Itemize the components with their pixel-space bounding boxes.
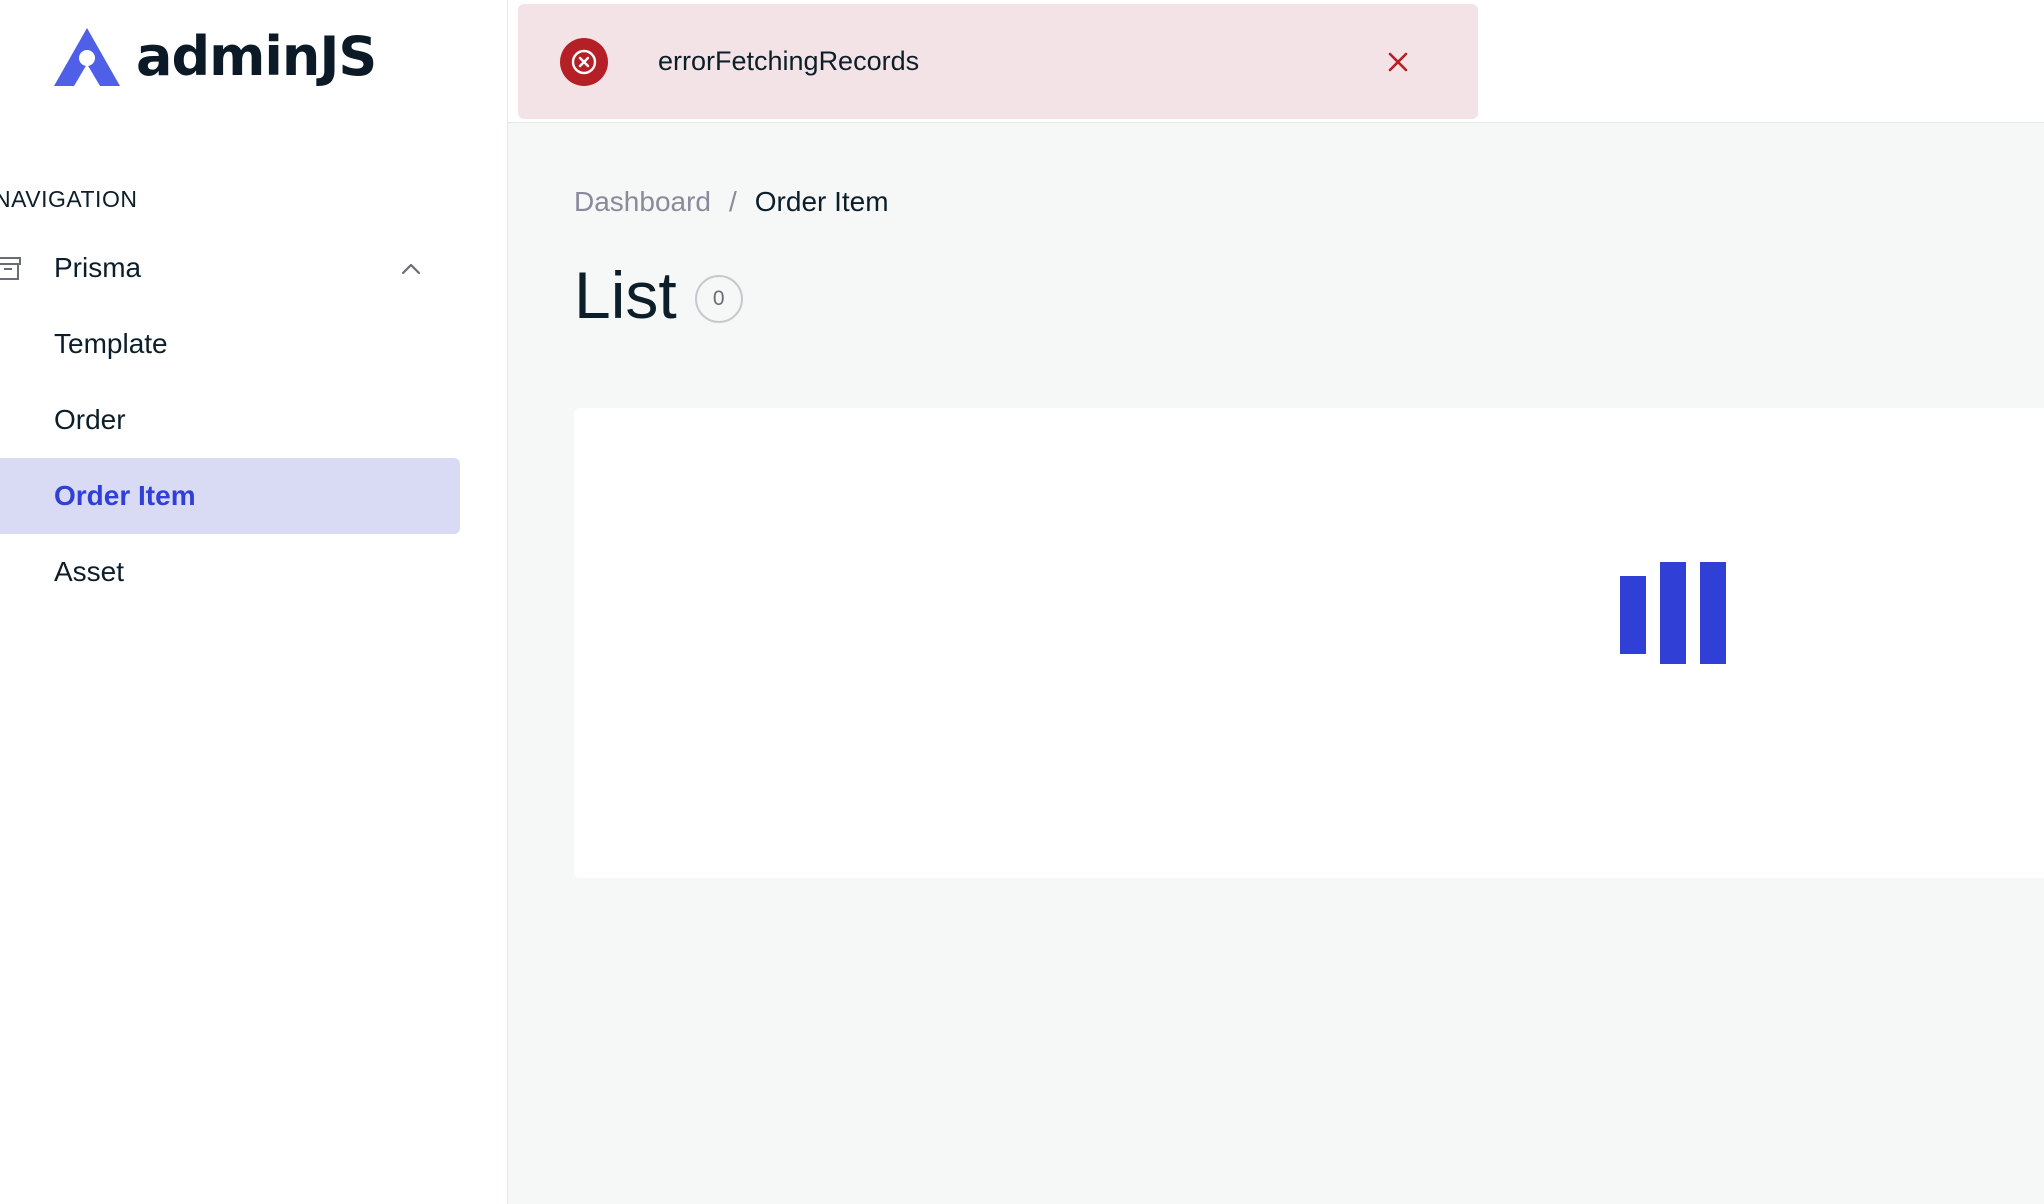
loader-bar xyxy=(1660,562,1686,664)
sidebar-item-label: Asset xyxy=(54,556,125,587)
notification-message: errorFetchingRecords xyxy=(658,46,920,76)
nav-group-prisma[interactable]: Prisma xyxy=(0,240,460,296)
adminjs-logo-icon xyxy=(54,28,120,86)
breadcrumb-dashboard-link[interactable]: Dashboard xyxy=(574,186,711,218)
page-header: List 0 xyxy=(574,262,743,328)
brand-name: adminJS xyxy=(136,25,377,88)
sidebar: adminJS NAVIGATION Prisma Template Order… xyxy=(0,0,508,1204)
sidebar-item-order[interactable]: Order xyxy=(0,382,460,458)
breadcrumb-current: Order Item xyxy=(754,186,889,217)
loader-bar xyxy=(1620,576,1646,654)
sidebar-item-label: Order xyxy=(54,404,126,435)
close-icon[interactable] xyxy=(1380,44,1416,80)
error-circle-icon xyxy=(560,38,608,86)
error-notification: errorFetchingRecords xyxy=(518,4,1478,119)
records-table-card xyxy=(574,408,2044,878)
sidebar-item-asset[interactable]: Asset xyxy=(0,534,460,610)
navigation-heading: NAVIGATION xyxy=(0,186,138,212)
nav-group-label: Prisma xyxy=(54,252,142,283)
sidebar-item-order-item[interactable]: Order Item xyxy=(0,458,460,534)
chevron-up-icon[interactable] xyxy=(398,256,424,282)
sidebar-item-template[interactable]: Template xyxy=(0,306,460,382)
loading-spinner-icon xyxy=(1620,562,1728,668)
sidebar-item-label: Order Item xyxy=(54,480,196,511)
archive-icon xyxy=(0,257,21,280)
loader-bar xyxy=(1700,562,1726,664)
breadcrumb: Dashboard / Order Item xyxy=(574,186,889,218)
record-count-badge: 0 xyxy=(694,275,743,323)
logo[interactable]: adminJS xyxy=(54,25,377,88)
breadcrumb-separator: / xyxy=(728,186,737,217)
sidebar-item-label: Template xyxy=(54,328,168,359)
page-title: List xyxy=(574,258,677,332)
